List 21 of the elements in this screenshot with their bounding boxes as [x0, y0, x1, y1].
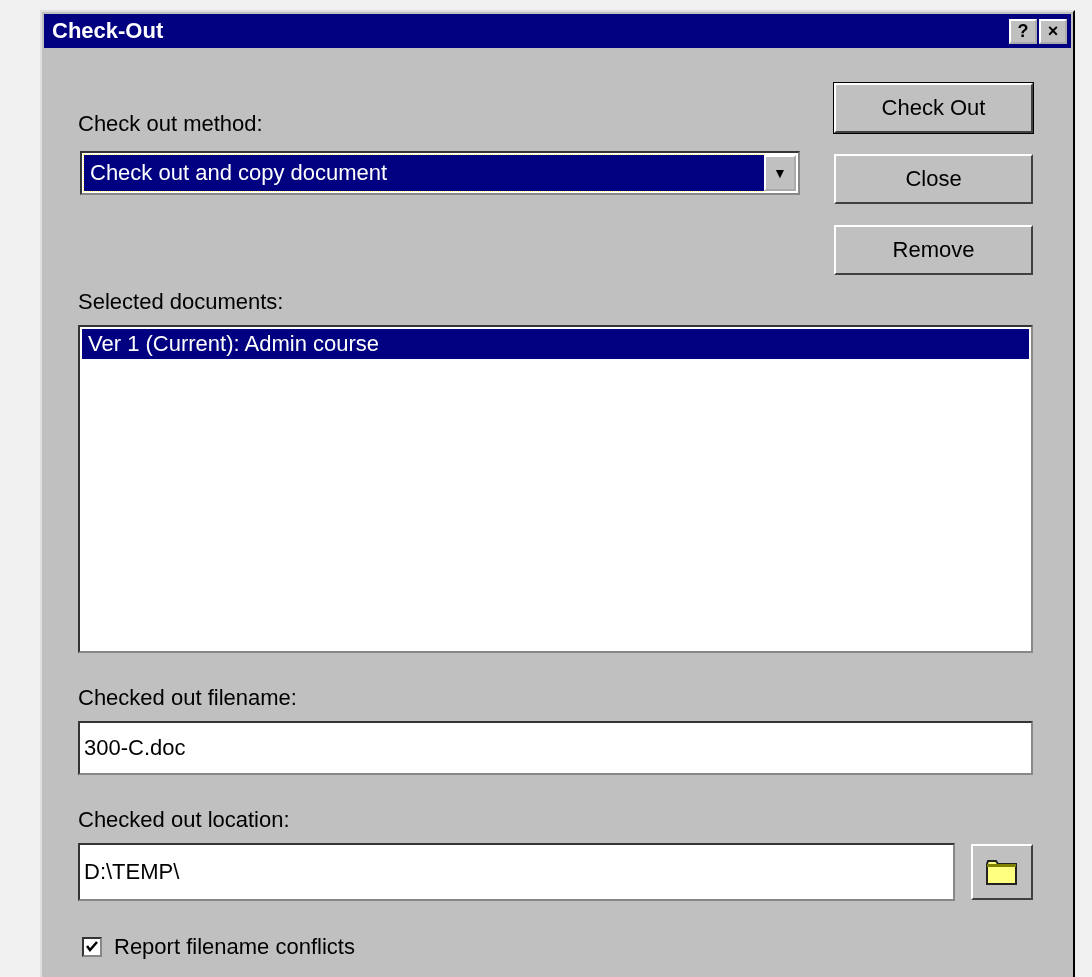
location-field[interactable]: D:\TEMP\	[78, 843, 955, 901]
browse-button[interactable]	[971, 844, 1033, 900]
dropdown-arrow-button[interactable]: ▼	[764, 155, 796, 191]
dialog-button[interactable]: Close	[834, 154, 1033, 204]
checkbox-label: Report filename conflicts	[114, 934, 355, 960]
checkbox[interactable]	[82, 937, 102, 957]
method-dropdown[interactable]: Check out and copy document ▼	[80, 151, 800, 195]
filename-field[interactable]: 300-C.doc	[78, 721, 1033, 775]
location-label: Checked out location:	[78, 807, 291, 833]
list-item[interactable]: Ver 1 (Current): Admin course	[82, 329, 1029, 359]
filename-label: Checked out filename:	[78, 685, 298, 711]
window-title: Check-Out	[52, 18, 164, 44]
documents-label: Selected documents:	[78, 289, 285, 315]
folder-icon	[985, 858, 1019, 886]
dropdown-value: Check out and copy document	[84, 155, 764, 191]
checkmark-icon	[85, 940, 99, 954]
dialog-button[interactable]: Remove	[834, 225, 1033, 275]
dialog-button[interactable]: Check Out	[834, 83, 1033, 133]
method-label: Check out method:	[78, 111, 264, 137]
help-button[interactable]: ?	[1009, 18, 1037, 44]
close-button[interactable]: ×	[1039, 18, 1067, 44]
